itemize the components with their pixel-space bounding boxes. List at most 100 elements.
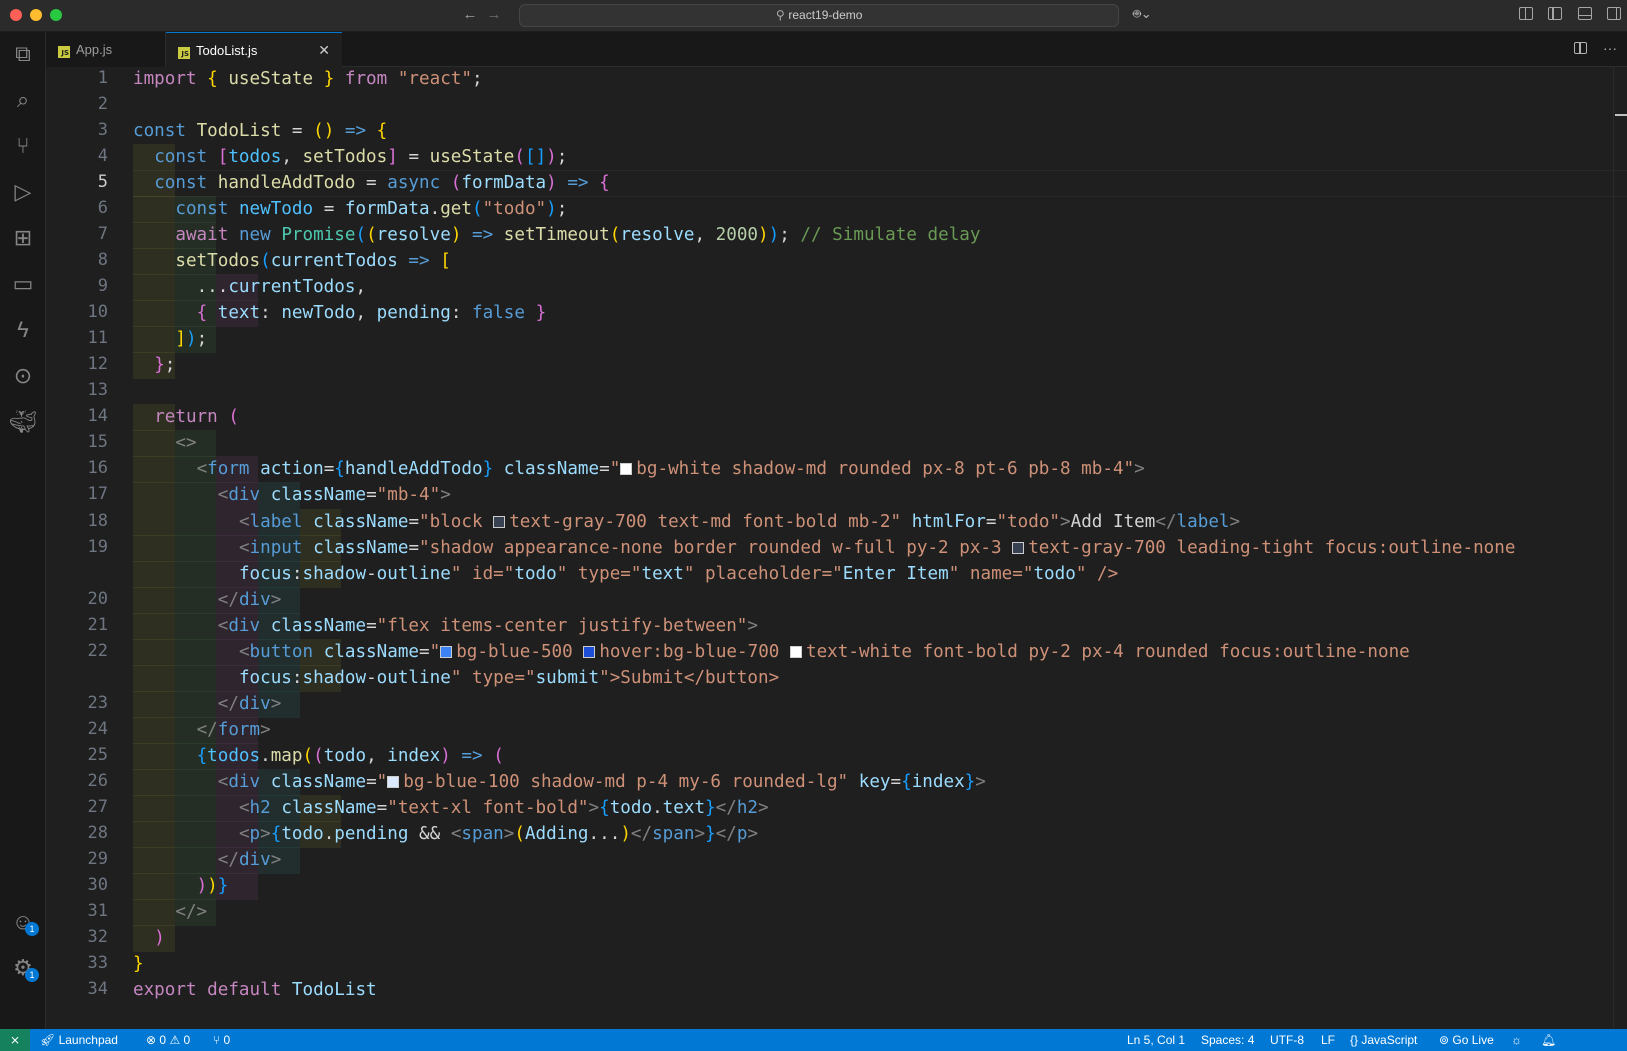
scrollbar-slider[interactable] bbox=[1615, 114, 1627, 116]
code-line[interactable]: </div> bbox=[133, 847, 282, 874]
manage-gear-icon[interactable]: ⚙ 1 bbox=[0, 946, 46, 990]
maximize-window-button[interactable] bbox=[50, 9, 62, 21]
code-line[interactable]: <form action={handleAddTodo} className="… bbox=[133, 456, 1145, 483]
code-line[interactable]: <div className=" bg-blue-100 shadow-md p-… bbox=[133, 769, 986, 796]
color-swatch[interactable] bbox=[620, 463, 633, 476]
code-line[interactable]: focus:shadow-outline" id="todo" type="te… bbox=[133, 561, 1118, 588]
code-line[interactable]: <p>{todo.pending && <span>(Adding...)</s… bbox=[133, 821, 758, 848]
launchpad-item[interactable]: 🚀︎ Launchpad bbox=[40, 1029, 118, 1051]
code-line[interactable]: export default TodoList bbox=[133, 977, 377, 1004]
code-line[interactable]: const newTodo = formData.get("todo"); bbox=[133, 196, 567, 223]
code-editor[interactable]: 1 2 3 4 5 6 7 8 9 10 11 12 13 14 15 16 17 18 19 20 21 22 23 24 2… bbox=[46, 67, 1627, 1029]
code-line[interactable]: {todos.map((todo, index) => ( bbox=[133, 743, 504, 770]
toggle-primary-sidebar-icon[interactable] bbox=[1548, 7, 1563, 20]
code-line[interactable]: ) bbox=[133, 925, 165, 952]
code-line[interactable]: <h2 className="text-xl font-bold">{todo.… bbox=[133, 795, 769, 822]
line-number: 8 bbox=[97, 250, 108, 271]
code-line[interactable]: </div> bbox=[133, 587, 282, 614]
code-area[interactable]: import { useState } from "react"; const T… bbox=[133, 67, 1627, 1029]
tab-todolist-js[interactable]: JS TodoList.js ✕ bbox=[166, 32, 342, 67]
close-window-button[interactable] bbox=[10, 9, 22, 21]
lightning-icon[interactable]: ϟ bbox=[0, 308, 46, 352]
code-line[interactable]: await new Promise((resolve) => setTimeou… bbox=[133, 222, 980, 249]
editor-tab-bar: JS App.js JS TodoList.js ✕ ··· bbox=[46, 32, 1627, 67]
code-line[interactable]: const [todos, setTodos] = useState([]); bbox=[133, 144, 567, 171]
code-line[interactable]: <div className="flex items-center justif… bbox=[133, 613, 758, 640]
line-number: 11 bbox=[87, 328, 108, 349]
code-line[interactable]: </div> bbox=[133, 691, 282, 718]
code-line[interactable]: ...currentTodos, bbox=[133, 274, 366, 301]
line-number: 3 bbox=[97, 120, 108, 141]
explorer-icon[interactable]: ⧉ bbox=[0, 32, 46, 76]
line-number: 32 bbox=[87, 926, 108, 947]
code-line[interactable]: setTodos(currentTodos => [ bbox=[133, 248, 450, 275]
ports-item[interactable]: ⑂ 0 bbox=[213, 1029, 230, 1051]
tab-app-js[interactable]: JS App.js bbox=[46, 32, 166, 67]
language-mode[interactable]: {} JavaScript bbox=[1350, 1029, 1417, 1051]
command-center-search[interactable]: ⚲ react19-demo bbox=[519, 4, 1119, 27]
forward-arrow-icon[interactable]: → bbox=[484, 5, 504, 25]
more-actions-icon[interactable]: ··· bbox=[1603, 40, 1617, 56]
encoding[interactable]: UTF-8 bbox=[1270, 1029, 1304, 1051]
problems-item[interactable]: ⊗ 0 ⚠ 0 bbox=[146, 1029, 190, 1051]
toggle-secondary-sidebar-icon[interactable] bbox=[1607, 7, 1621, 20]
code-line[interactable]: const handleAddTodo = async (formData) =… bbox=[133, 170, 610, 197]
color-swatch[interactable] bbox=[790, 645, 802, 658]
run-debug-icon[interactable]: ▷ bbox=[0, 170, 46, 214]
toggle-panel-icon[interactable] bbox=[1577, 7, 1592, 20]
code-line[interactable]: </form> bbox=[133, 717, 271, 744]
cursor-position[interactable]: Ln 5, Col 1 bbox=[1127, 1029, 1185, 1051]
manage-badge: 1 bbox=[25, 968, 39, 982]
code-line[interactable]: focus:shadow-outline" type="submit">Subm… bbox=[133, 665, 779, 692]
code-line[interactable]: <> bbox=[133, 430, 196, 457]
customize-layout-icon[interactable] bbox=[1518, 7, 1533, 20]
code-line[interactable]: <input className="shadow appearance-none… bbox=[133, 535, 1516, 562]
line-number: 34 bbox=[87, 979, 108, 1000]
close-tab-icon[interactable]: ✕ bbox=[318, 33, 330, 68]
code-line[interactable]: return ( bbox=[133, 404, 239, 431]
extensions-icon[interactable]: ⊞ bbox=[0, 216, 46, 260]
back-arrow-icon[interactable]: ← bbox=[460, 5, 480, 25]
code-line[interactable]: const TodoList = () => { bbox=[133, 118, 387, 145]
code-line[interactable]: <div className="mb-4"> bbox=[133, 482, 451, 509]
line-number: 2 bbox=[97, 94, 108, 115]
copilot-status-icon[interactable]: ☼ bbox=[1511, 1029, 1522, 1051]
code-line[interactable]: }; bbox=[133, 352, 175, 379]
braces-icon: {} bbox=[1350, 1033, 1359, 1047]
ports-count: 0 bbox=[223, 1033, 231, 1047]
remote-explorer-icon[interactable]: ▭ bbox=[0, 262, 46, 306]
git-graph-icon[interactable]: ⊙ bbox=[0, 354, 46, 398]
source-control-icon[interactable]: ⑂ bbox=[0, 124, 46, 168]
line-number: 9 bbox=[97, 276, 108, 297]
copilot-icon[interactable]: 🤖︎⌄ bbox=[1133, 6, 1152, 24]
docker-icon[interactable]: 🐳︎ bbox=[0, 400, 46, 444]
indentation[interactable]: Spaces: 4 bbox=[1201, 1029, 1254, 1051]
color-swatch[interactable] bbox=[440, 645, 453, 658]
accounts-icon[interactable]: ☺ 1 bbox=[0, 900, 46, 944]
accounts-badge: 1 bbox=[25, 922, 39, 936]
split-editor-icon[interactable] bbox=[1574, 42, 1588, 54]
line-number: 18 bbox=[87, 510, 108, 531]
color-swatch[interactable] bbox=[493, 515, 506, 528]
code-line[interactable]: import { useState } from "react"; bbox=[133, 67, 483, 93]
color-swatch[interactable] bbox=[583, 645, 596, 658]
code-line[interactable]: <button className=" bg-blue-500 hover:bg-… bbox=[133, 639, 1410, 666]
code-line[interactable]: </> bbox=[133, 899, 207, 926]
go-live-button[interactable]: ⊚ Go Live bbox=[1439, 1029, 1494, 1051]
code-line[interactable]: { text: newTodo, pending: false } bbox=[133, 300, 547, 327]
color-swatch[interactable] bbox=[1012, 541, 1025, 554]
search-icon[interactable]: ⌕ bbox=[0, 78, 46, 122]
remote-indicator-icon[interactable]: ⨯ bbox=[0, 1029, 30, 1051]
notifications-bell-icon[interactable]: 🔔︎ bbox=[1541, 1029, 1556, 1051]
line-number: 6 bbox=[97, 198, 108, 219]
code-line[interactable]: ]); bbox=[133, 326, 207, 353]
color-swatch[interactable] bbox=[387, 775, 400, 788]
code-line[interactable]: } bbox=[133, 951, 144, 978]
error-count: 0 bbox=[159, 1033, 167, 1047]
minimize-window-button[interactable] bbox=[30, 9, 42, 21]
line-number: 10 bbox=[87, 302, 108, 323]
code-line[interactable]: <label className="block text-gray-700 te… bbox=[133, 509, 1240, 536]
code-line[interactable]: ))} bbox=[133, 873, 229, 900]
end-of-line[interactable]: LF bbox=[1321, 1029, 1335, 1051]
line-number: 14 bbox=[87, 406, 108, 427]
